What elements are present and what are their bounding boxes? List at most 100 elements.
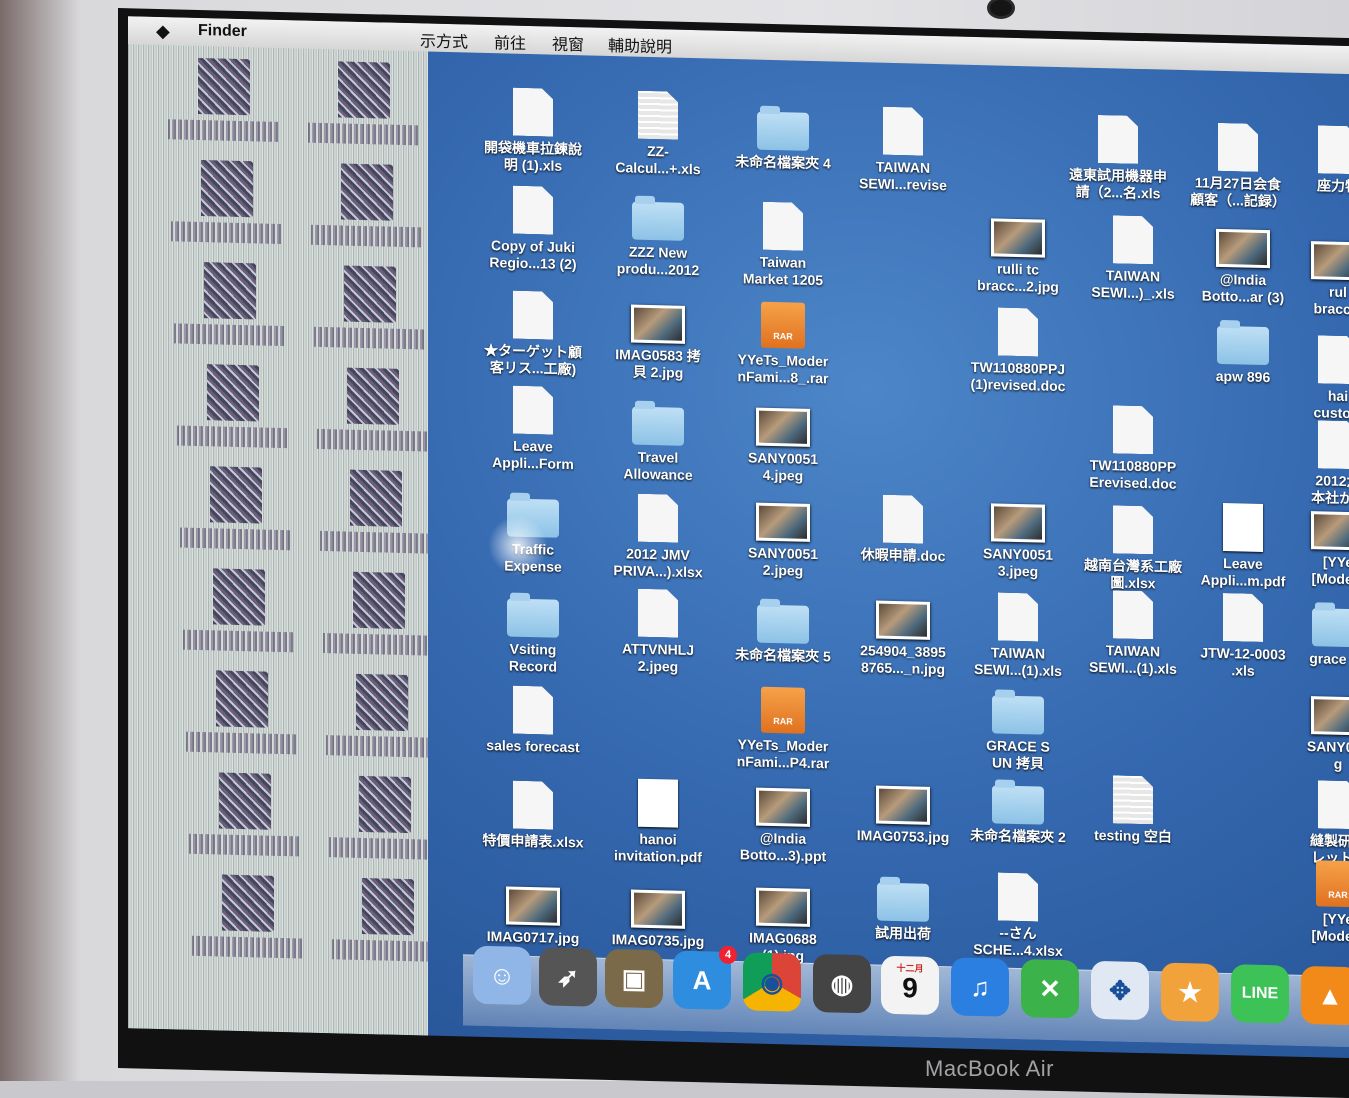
desktop-icon[interactable]: ZZZ New produ...2012: [598, 193, 718, 280]
folder-icon: [992, 785, 1044, 825]
dock-glyph: ▲: [1317, 979, 1343, 1011]
desktop-icon[interactable]: sales forecast: [473, 685, 593, 757]
desktop-icon-label: hai custo...: [1313, 387, 1349, 422]
desktop-icon[interactable]: TAIWAN SEWI...(1).xls: [1073, 589, 1193, 678]
orange-ball-icon[interactable]: ★: [1161, 962, 1219, 1022]
desktop-icon[interactable]: 未命名檔案夾 2: [958, 777, 1078, 847]
desktop-icon[interactable]: TAIWAN SEWI...)_.xls: [1073, 214, 1193, 303]
desktop-icon[interactable]: 遠東試用機器申 請（2...名.xls: [1058, 114, 1178, 203]
desktop-icon[interactable]: Travel Allowance: [598, 398, 718, 485]
dock-glyph: ☺: [488, 959, 516, 991]
corrupted-icon: [350, 469, 402, 527]
desktop-icon[interactable]: SANY005 g: [1278, 689, 1349, 774]
desktop-icon[interactable]: IMAG0717.jpg: [473, 880, 593, 948]
desktop-icon[interactable]: IMAG0583 拷 貝 2.jpg: [598, 298, 718, 383]
desktop-icon[interactable]: hai custo...: [1278, 334, 1349, 423]
spreadsheet-icon: [638, 91, 678, 140]
app-store-icon[interactable]: A4: [673, 945, 737, 1010]
desktop-icon[interactable]: 縫製研八 レット...: [1278, 779, 1349, 868]
desktop-icon[interactable]: TAIWAN SEWI...(1).xls: [958, 592, 1078, 681]
desktop-icon[interactable]: hanoi invitation.pdf: [598, 778, 718, 867]
desktop-icon[interactable]: RAR YYeTs_Moder nFami...8_.rar: [723, 301, 843, 388]
facetime-camera-icon[interactable]: ◍: [813, 953, 871, 1014]
desktop-icon-label: 未命名檔案夾 4: [735, 153, 831, 172]
finder-icon[interactable]: ☺: [473, 945, 531, 1006]
menu-window[interactable]: 視窗: [552, 31, 584, 56]
desktop-icon[interactable]: TW110880PPJ (1)revised.doc: [958, 307, 1078, 396]
menu-view[interactable]: 示方式: [420, 27, 468, 52]
folder-icon: [757, 604, 809, 644]
image-file-icon: [1311, 241, 1349, 281]
desktop-icon-label: [YYe [Mode...: [1311, 553, 1349, 588]
safari-compass-icon[interactable]: ✥: [1091, 960, 1149, 1021]
desktop-icon[interactable]: rulli tc bracc...2.jpg: [958, 212, 1078, 297]
launchpad-rocket-icon[interactable]: ➶: [539, 947, 597, 1007]
desktop-icon[interactable]: rul bracc...: [1278, 234, 1349, 319]
desktop-icon-label: hanoi invitation.pdf: [614, 830, 702, 866]
image-file-icon: [631, 889, 685, 929]
desktop-icon[interactable]: IMAG0735.jpg: [598, 883, 718, 951]
desktop-icon[interactable]: grace su: [1278, 599, 1349, 669]
desktop-icon[interactable]: testing 空白: [1073, 774, 1193, 846]
folder-icon: [877, 882, 929, 922]
desktop-icon[interactable]: Leave Appli...Form: [473, 385, 593, 474]
rar-archive-icon: RAR: [761, 686, 805, 734]
desktop-icon-label: YYeTs_Moder nFami...8_.rar: [737, 351, 829, 387]
desktop-icon-label: 開袋機車拉鍊說 明 (1).xls: [484, 138, 582, 174]
desktop-icon[interactable]: SANY0051 3.jpeg: [958, 497, 1078, 582]
desktop-icon[interactable]: ★ターゲット顧 客リス...工廠): [473, 290, 593, 379]
desktop-icon[interactable]: 座力特: [1278, 124, 1349, 196]
calendar-icon[interactable]: 十二月 9: [881, 955, 939, 1016]
desktop-icon[interactable]: GRACE S UN 拷貝: [958, 687, 1078, 774]
corrupted-label: [329, 837, 428, 860]
vlc-cone-icon[interactable]: ▲: [1301, 965, 1349, 1026]
line-chat-icon[interactable]: LINE: [1231, 964, 1289, 1024]
desktop-icon[interactable]: --さん SCHE...4.xlsx: [958, 872, 1078, 961]
desktop-icon[interactable]: [YYe [Mode...: [1278, 504, 1349, 589]
desktop-icon[interactable]: 試用出荷: [843, 874, 963, 944]
desktop-icon[interactable]: 未命名檔案夾 5: [723, 596, 843, 666]
desktop-icon[interactable]: TW110880PP Erevised.doc: [1073, 404, 1193, 493]
desktop-icon[interactable]: SANY0051 4.jpeg: [723, 401, 843, 486]
desktop-icon-label: ZZ- Calcul...+.xls: [615, 142, 701, 178]
menu-help[interactable]: 輔助說明: [608, 32, 672, 58]
desktop-icon-label: IMAG0717.jpg: [486, 928, 580, 947]
desktop-icon[interactable]: ATTVNHLJ 2.jpeg: [598, 588, 718, 677]
desktop-icon[interactable]: 休暇申請.doc: [843, 494, 963, 566]
desktop-icon-label: Leave Appli...Form: [492, 437, 574, 473]
desktop-icon[interactable]: 未命名檔案夾 4: [723, 103, 843, 173]
corrupted-icon: [362, 877, 414, 936]
desktop-icon[interactable]: 2012 JMV PRIVA...).xlsx: [598, 493, 718, 582]
chrome-icon[interactable]: ◉: [743, 952, 801, 1012]
desktop-icon[interactable]: Taiwan Market 1205: [723, 201, 843, 290]
desktop-icon[interactable]: Vsiting Record: [473, 590, 593, 677]
apple-menu-icon[interactable]: ◆: [156, 21, 170, 42]
menu-app-name[interactable]: Finder: [198, 22, 247, 41]
desktop-icon[interactable]: RAR YYeTs_Moder nFami...P4.rar: [723, 686, 843, 773]
corrupted-icon: [204, 262, 256, 320]
x-app-icon[interactable]: ✕: [1021, 959, 1079, 1019]
desktop-icon[interactable]: 254904_3895 8765..._n.jpg: [843, 594, 963, 679]
desktop-icon[interactable]: Copy of Juki Regio...13 (2): [473, 185, 593, 274]
desktop-icon-label: ZZZ New produ...2012: [616, 243, 700, 279]
xls-document-icon: [1223, 593, 1263, 642]
desktop-icon[interactable]: 開袋機車拉鍊說 明 (1).xls: [473, 87, 593, 176]
folder-icon: [1217, 325, 1269, 366]
desktop-icon[interactable]: RAR [YYe [Mode...: [1278, 859, 1349, 946]
desktop-icon[interactable]: TAIWAN SEWI...revise: [843, 106, 963, 195]
desktop-icon[interactable]: IMAG0753.jpg: [843, 779, 963, 847]
desktop-icon[interactable]: @India Botto...3).ppt: [723, 781, 843, 866]
xls-document-icon: [1318, 780, 1349, 829]
desktop-icon[interactable]: 特價申請表.xlsx: [473, 780, 593, 852]
desktop-icon[interactable]: 越南台灣系工廠 圖.xlsx: [1073, 504, 1193, 593]
desktop-icon[interactable]: SANY0051 2.jpeg: [723, 496, 843, 581]
photos-icon[interactable]: ▣: [605, 948, 663, 1009]
pdf-document-icon: [1223, 503, 1263, 552]
desktop-icon[interactable]: ZZ- Calcul...+.xls: [598, 90, 718, 179]
dock-glyph: ♫: [970, 971, 990, 1002]
desktop-icon[interactable]: 2012六 本社か...: [1278, 419, 1349, 508]
itunes-music-icon[interactable]: ♫: [951, 957, 1009, 1017]
calendar-day: 9: [902, 972, 918, 1004]
menu-go[interactable]: 前往: [494, 29, 526, 54]
corrupted-finder-sidebar: [128, 16, 428, 1036]
